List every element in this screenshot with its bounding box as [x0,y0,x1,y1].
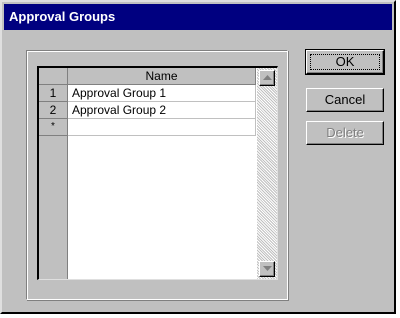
new-group-name-cell[interactable] [68,119,256,136]
table-row[interactable]: 2 Approval Group 2 [39,102,256,119]
group-name-cell[interactable]: Approval Group 2 [68,102,256,119]
cancel-button[interactable]: Cancel [306,88,384,112]
row-header[interactable]: 1 [39,85,68,102]
new-row[interactable]: * [39,119,256,136]
triangle-up-icon [263,75,272,80]
triangle-down-icon [263,266,272,271]
column-header-name[interactable]: Name [68,68,256,85]
scroll-down-button[interactable] [259,261,275,277]
scroll-up-button[interactable] [259,70,275,86]
vertical-scrollbar[interactable] [257,68,277,279]
cancel-button-label: Cancel [324,92,366,107]
delete-button[interactable]: Delete [306,121,384,145]
group-name-cell[interactable]: Approval Group 1 [68,85,256,102]
new-row-marker[interactable]: * [39,119,68,136]
delete-button-label: Delete [326,125,364,140]
table-row[interactable]: 1 Approval Group 1 [39,85,256,102]
ok-button[interactable]: OK [305,49,385,75]
grid-corner-cell[interactable] [39,68,68,85]
approval-groups-grid[interactable]: Name 1 Approval Group 1 2 Approval Group… [37,66,278,280]
dialog-title: Approval Groups [4,4,392,30]
focus-rectangle [310,54,380,70]
row-header[interactable]: 2 [39,102,68,119]
